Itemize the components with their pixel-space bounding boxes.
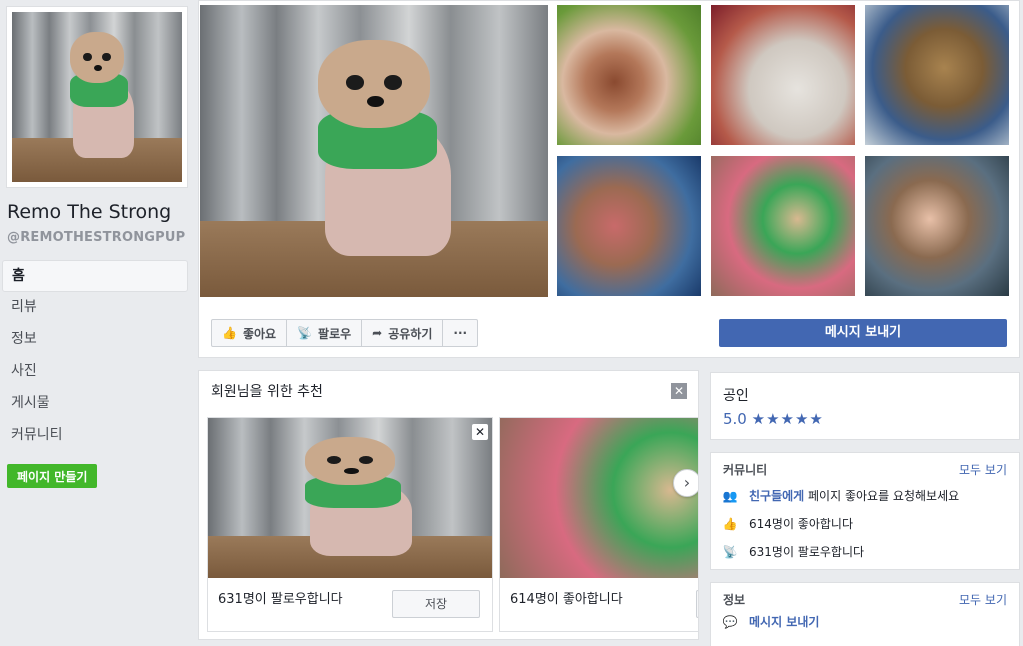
share-arrow-icon: ➦: [372, 326, 383, 340]
info-card: 정보 모두 보기 💬 메시지 보내기: [710, 582, 1020, 646]
page-nav: 홈 리뷰 정보 사진 게시물 커뮤니티: [2, 260, 188, 452]
message-link[interactable]: 메시지 보내기: [749, 613, 819, 630]
rss-icon: 📡: [297, 326, 313, 340]
nav-about[interactable]: 정보: [2, 324, 188, 356]
cover-photo-6[interactable]: [865, 156, 1009, 296]
people-icon: 👥: [722, 488, 738, 503]
thumbs-up-icon: 👍: [722, 516, 738, 531]
cover-photo-4[interactable]: [557, 156, 701, 296]
cover-photo-2[interactable]: [711, 5, 855, 145]
community-card: 커뮤니티 모두 보기 👥 친구들에게 페이지 좋아요를 요청해보세요 👍 614…: [710, 452, 1020, 570]
star-icon: ★★★★★: [751, 410, 824, 428]
cover-photo-5[interactable]: [711, 156, 855, 296]
chevron-right-icon[interactable]: ›: [673, 469, 698, 497]
more-button[interactable]: ···: [443, 320, 477, 346]
rss-icon: 📡: [722, 544, 738, 559]
dismiss-icon[interactable]: ✕: [472, 424, 488, 440]
nav-community[interactable]: 커뮤니티: [2, 420, 188, 452]
create-page-button[interactable]: 페이지 만들기: [7, 464, 98, 488]
official-card: 공인 5.0 ★★★★★: [710, 372, 1020, 440]
recommendation-photo[interactable]: [500, 418, 698, 578]
recommendation-item[interactable]: ✕ 631명이 팔로우합니다 저장: [207, 417, 493, 632]
profile-photo: [12, 12, 182, 182]
nav-posts[interactable]: 게시물: [2, 388, 188, 420]
profile-picture[interactable]: [6, 6, 188, 188]
recommendation-photo[interactable]: ✕: [208, 418, 492, 578]
send-message-button[interactable]: 메시지 보내기: [719, 319, 1007, 347]
invite-friends-row: 👥 친구들에게 페이지 좋아요를 요청해보세요: [722, 487, 960, 504]
follow-button[interactable]: 📡 팔로우: [287, 320, 363, 346]
close-icon[interactable]: ✕: [671, 383, 687, 399]
info-title: 정보: [723, 593, 746, 607]
page-handle[interactable]: @REMOTHESTRONGPUP: [7, 230, 185, 245]
invite-friends-link[interactable]: 친구들에게: [749, 489, 804, 503]
rating-value: 5.0: [723, 410, 747, 428]
save-button[interactable]: 저장: [392, 590, 480, 618]
recommendations-title: 회원님을 위한 추천: [211, 384, 323, 400]
cover-card: 👍 좋아요 📡 팔로우 ➦ 공유하기 ··· 메시지 보내기: [198, 0, 1020, 358]
info-see-all-link[interactable]: 모두 보기: [959, 591, 1007, 608]
cover-photo-1[interactable]: [557, 5, 701, 145]
recommendation-item[interactable]: 614명이 좋아합니다: [499, 417, 698, 632]
messenger-row: 💬 메시지 보내기: [722, 613, 820, 630]
page-actions: 👍 좋아요 📡 팔로우 ➦ 공유하기 ···: [211, 319, 479, 347]
nav-reviews[interactable]: 리뷰: [2, 292, 188, 324]
like-button[interactable]: 👍 좋아요: [212, 320, 288, 346]
follows-count: 631명이 팔로우합니다: [749, 545, 865, 559]
likes-count: 614명이 좋아합니다: [749, 517, 853, 531]
cover-photo-3[interactable]: [865, 5, 1009, 145]
save-button[interactable]: [696, 590, 698, 618]
recommendation-followers: 631명이 팔로우합니다: [218, 592, 343, 607]
official-label: 공인: [723, 388, 749, 404]
invite-text: 페이지 좋아요를 요청해보세요: [804, 489, 960, 503]
nav-home[interactable]: 홈: [2, 260, 188, 292]
nav-photos[interactable]: 사진: [2, 356, 188, 388]
share-button[interactable]: ➦ 공유하기: [362, 320, 444, 346]
recommendation-likes: 614명이 좋아합니다: [510, 592, 623, 607]
follows-row: 📡 631명이 팔로우합니다: [722, 543, 865, 560]
more-icon: ···: [453, 326, 468, 340]
likes-row: 👍 614명이 좋아합니다: [723, 515, 853, 532]
community-title: 커뮤니티: [723, 463, 768, 477]
recommendations-card: 회원님을 위한 추천 ✕ ✕ 631명이 팔로우합니다 저장 614명이 좋아합…: [198, 370, 699, 640]
page-name[interactable]: Remo The Strong: [7, 201, 171, 223]
community-see-all-link[interactable]: 모두 보기: [959, 461, 1007, 478]
cover-photo-main[interactable]: [200, 5, 548, 297]
thumbs-up-icon: 👍: [222, 326, 237, 340]
rating[interactable]: 5.0 ★★★★★: [723, 410, 824, 428]
messenger-icon: 💬: [722, 614, 738, 629]
